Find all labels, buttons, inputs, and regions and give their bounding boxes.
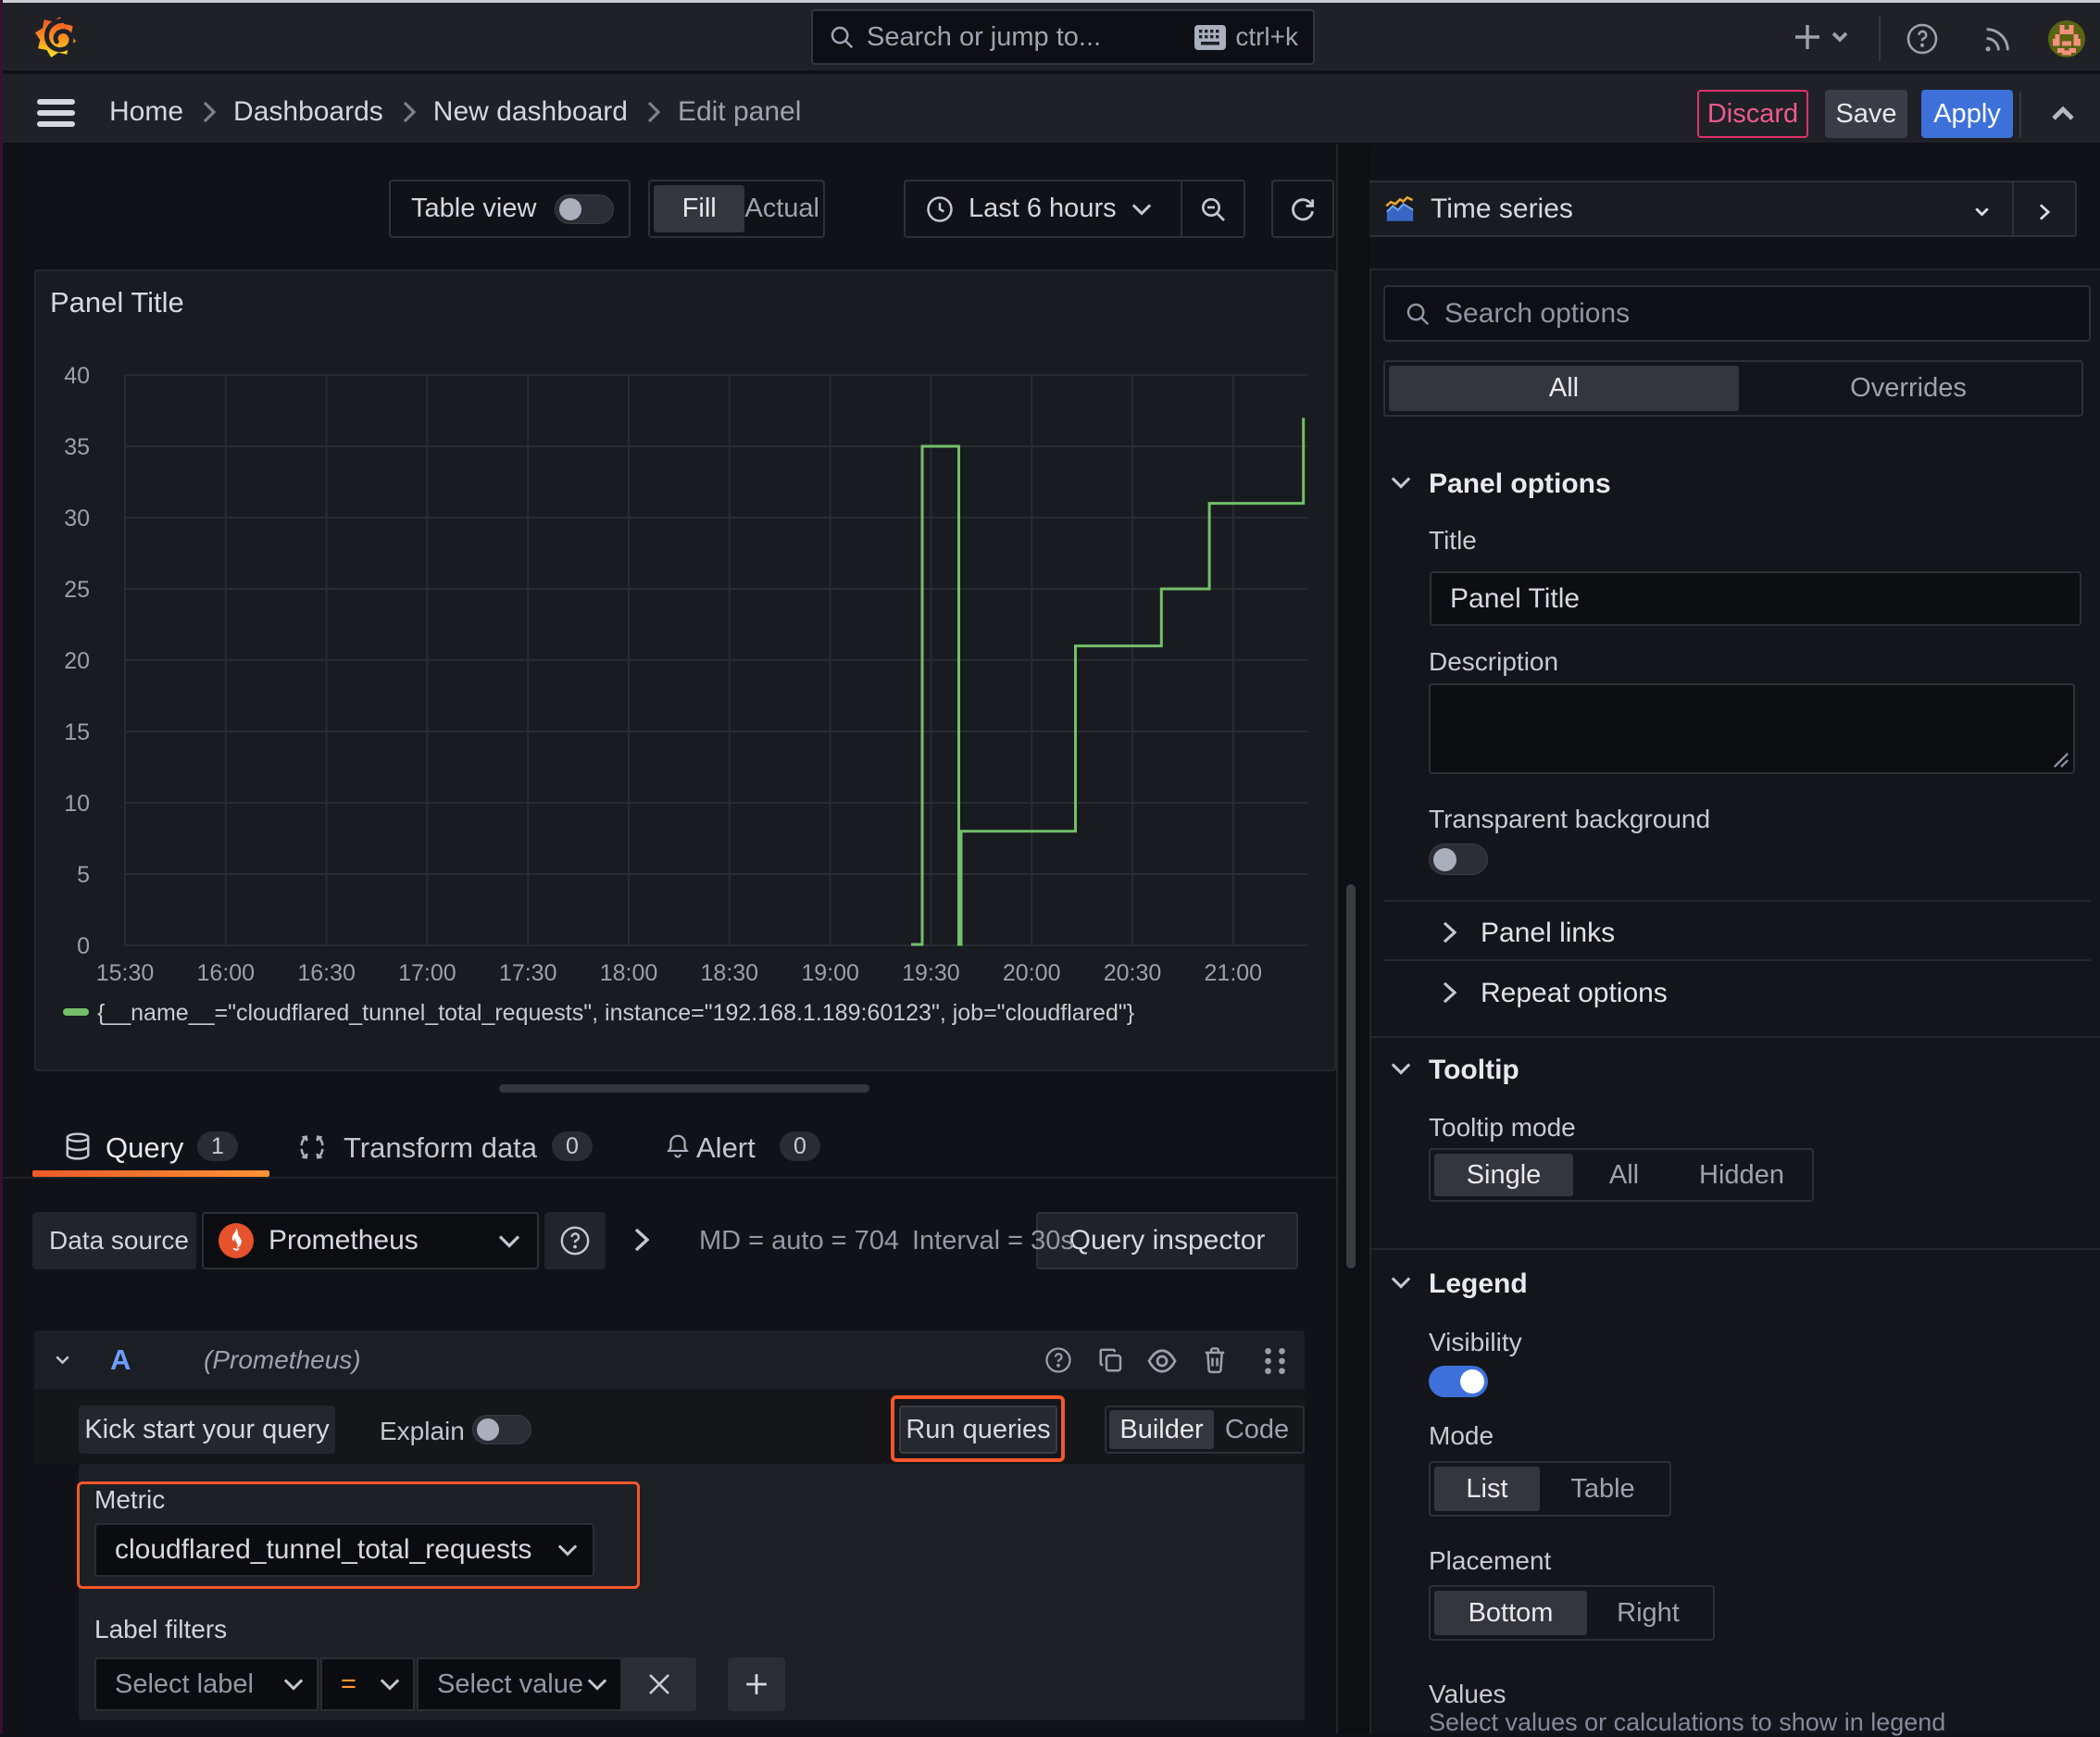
svg-text:40: 40 [64, 363, 90, 389]
svg-text:19:30: 19:30 [902, 960, 960, 986]
svg-text:15: 15 [64, 719, 90, 745]
svg-text:35: 35 [64, 434, 90, 460]
svg-text:25: 25 [64, 577, 90, 603]
svg-text:16:00: 16:00 [197, 960, 256, 986]
svg-text:20: 20 [64, 648, 90, 674]
svg-text:17:30: 17:30 [499, 960, 557, 986]
svg-text:20:00: 20:00 [1003, 960, 1061, 986]
svg-text:10: 10 [64, 791, 90, 817]
svg-text:21:00: 21:00 [1205, 960, 1263, 986]
svg-text:20:30: 20:30 [1104, 960, 1162, 986]
svg-text:{__name__="cloudflared_tunnel_: {__name__="cloudflared_tunnel_total_requ… [97, 1000, 1134, 1026]
svg-text:30: 30 [64, 506, 90, 531]
svg-text:5: 5 [77, 862, 90, 888]
svg-text:18:00: 18:00 [600, 960, 658, 986]
svg-text:19:00: 19:00 [801, 960, 859, 986]
svg-text:0: 0 [77, 933, 90, 959]
svg-text:17:00: 17:00 [398, 960, 456, 986]
svg-text:16:30: 16:30 [297, 960, 356, 986]
svg-text:18:30: 18:30 [701, 960, 759, 986]
svg-text:15:30: 15:30 [96, 960, 155, 986]
